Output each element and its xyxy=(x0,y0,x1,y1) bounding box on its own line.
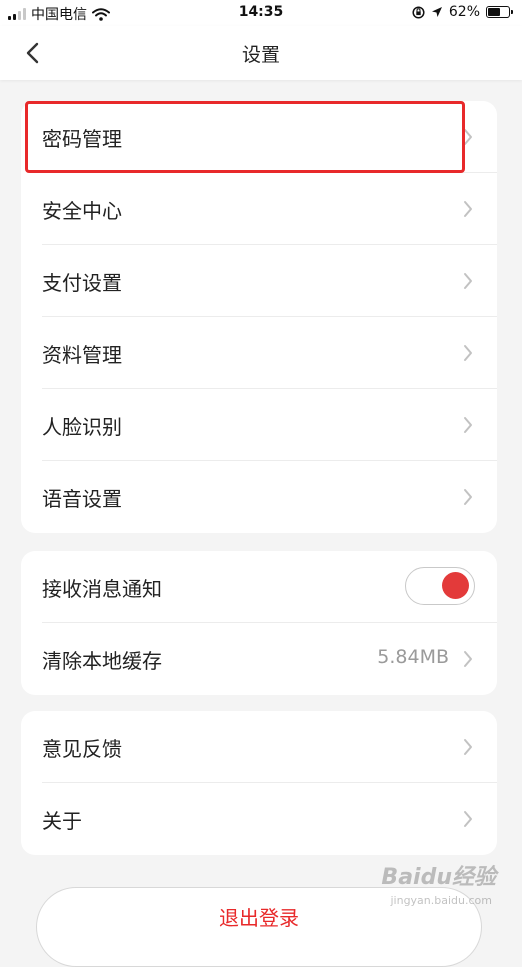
chevron-right-icon xyxy=(464,201,472,217)
settings-item-label: 安全中心 xyxy=(42,199,122,223)
toggle-knob xyxy=(442,572,469,599)
status-right: 62% xyxy=(412,4,513,20)
chevron-right-icon xyxy=(464,739,472,755)
chevron-right-icon xyxy=(464,489,472,505)
page-title: 设置 xyxy=(241,44,280,66)
settings-item-label: 密码管理 xyxy=(42,127,122,151)
settings-item-payment[interactable]: 支付设置 xyxy=(21,245,497,317)
chevron-right-icon xyxy=(464,811,472,827)
settings-item-label: 资料管理 xyxy=(42,343,122,367)
chevron-right-icon xyxy=(464,273,472,289)
location-arrow-icon xyxy=(431,7,442,17)
settings-item-security[interactable]: 安全中心 xyxy=(21,173,497,245)
settings-item-label: 意见反馈 xyxy=(42,737,122,761)
chevron-right-icon xyxy=(464,651,472,667)
battery-percent: 62% xyxy=(448,4,480,20)
battery-icon xyxy=(486,6,513,18)
watermark-url: jingyan.baidu.com xyxy=(390,894,492,907)
settings-item-feedback[interactable]: 意见反馈 xyxy=(21,711,497,783)
settings-item-label: 清除本地缓存 xyxy=(42,649,162,673)
settings-item-profile[interactable]: 资料管理 xyxy=(21,317,497,389)
settings-item-about[interactable]: 关于 xyxy=(21,783,497,855)
chevron-right-icon xyxy=(464,417,472,433)
settings-item-password[interactable]: 密码管理 xyxy=(21,101,497,173)
watermark-logo: Baidu经验 xyxy=(381,865,496,890)
chevron-right-icon xyxy=(464,345,472,361)
settings-item-face-recognition[interactable]: 人脸识别 xyxy=(21,389,497,461)
settings-item-label: 关于 xyxy=(42,809,82,833)
settings-group-app: 接收消息通知 清除本地缓存 5.84MB xyxy=(21,551,497,695)
settings-item-label: 人脸识别 xyxy=(42,415,122,439)
cache-size-value: 5.84MB xyxy=(377,646,449,668)
rotation-lock-icon xyxy=(412,5,425,19)
settings-group-about: 意见反馈 关于 xyxy=(21,711,497,855)
status-bar: 中国电信 14:35 62% xyxy=(0,0,522,26)
settings-item-notifications: 接收消息通知 xyxy=(21,551,497,623)
settings-item-voice[interactable]: 语音设置 xyxy=(21,461,497,533)
notification-toggle[interactable] xyxy=(405,567,475,605)
chevron-right-icon xyxy=(464,129,472,145)
settings-item-label: 支付设置 xyxy=(42,271,122,295)
settings-item-clear-cache[interactable]: 清除本地缓存 5.84MB xyxy=(21,623,497,695)
battery-fill xyxy=(488,8,500,16)
settings-group-account: 密码管理 安全中心 支付设置 资料管理 人脸识别 语音设置 xyxy=(21,101,497,533)
nav-bar: 设置 xyxy=(0,26,522,80)
settings-item-label: 语音设置 xyxy=(42,487,122,511)
settings-item-label: 接收消息通知 xyxy=(42,577,162,601)
